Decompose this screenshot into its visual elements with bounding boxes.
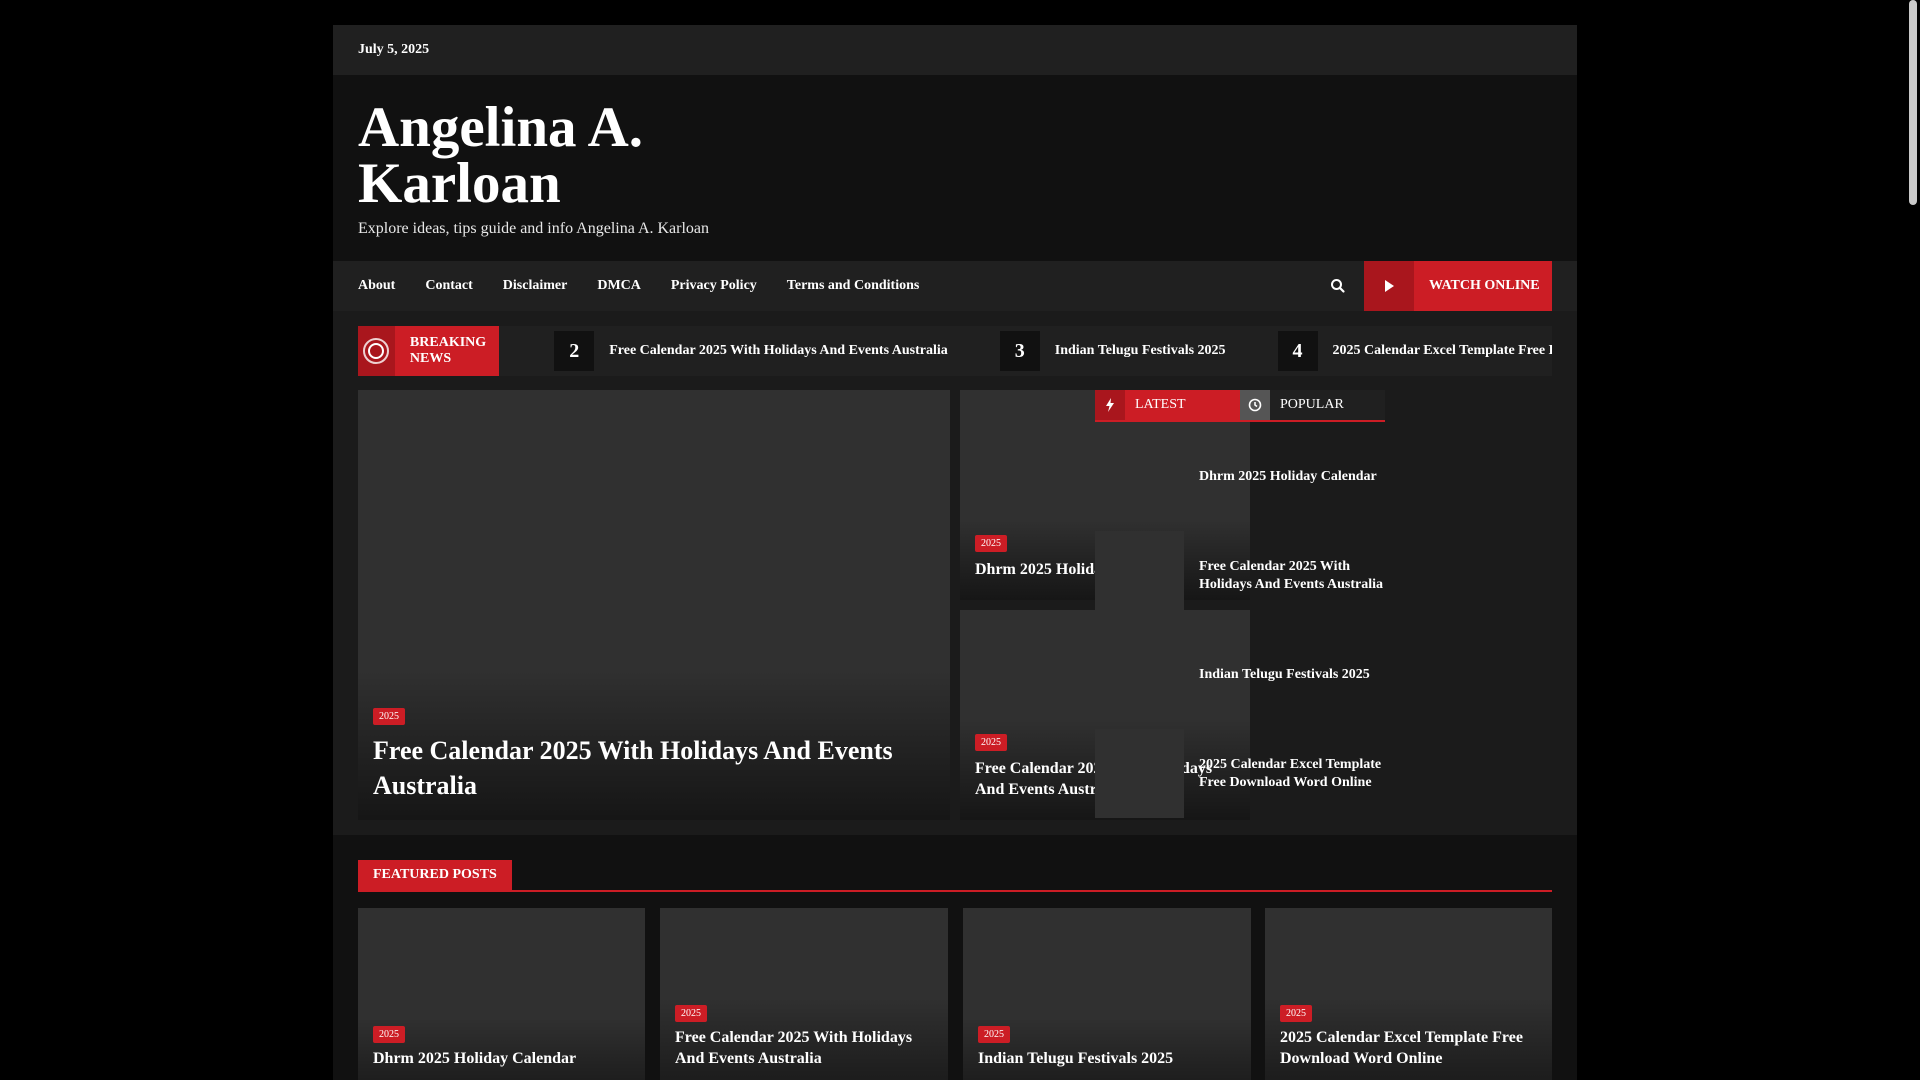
post-thumbnail[interactable] xyxy=(1095,630,1184,719)
ticker-item[interactable]: 3 Indian Telugu Festivals 2025 xyxy=(999,331,1226,371)
featured-post-title[interactable]: Free Calendar 2025 With Holidays And Eve… xyxy=(675,1027,933,1069)
site-title-line-2[interactable]: Karloan xyxy=(358,155,778,212)
ticker-item-number: 2 xyxy=(554,331,595,371)
featured-post-title[interactable]: 2025 Calendar Excel Template Free Downlo… xyxy=(1280,1027,1537,1069)
featured-post-title[interactable]: Indian Telugu Festivals 2025 xyxy=(978,1048,1236,1069)
featured-posts-heading: FEATURED POSTS xyxy=(358,860,1552,892)
site-title-line-1[interactable]: Angelina A. xyxy=(358,99,778,156)
ticker-items: 2 Free Calendar 2025 With Holidays And E… xyxy=(554,331,1552,371)
featured-post-card[interactable]: 2025 Dhrm 2025 Holiday Calendar xyxy=(358,908,645,1080)
tab-popular[interactable]: POPULAR xyxy=(1240,390,1385,420)
tab-bar: LATEST POPULAR xyxy=(1095,390,1385,422)
breaking-news-ticker: BREAKING NEWS 2 Free Calendar 2025 With … xyxy=(358,326,1552,376)
post-thumbnail[interactable] xyxy=(1095,531,1184,620)
nav-item-dmca[interactable]: DMCA xyxy=(597,278,641,294)
featured-posts-grid: 2025 Dhrm 2025 Holiday Calendar 2025 Fre… xyxy=(358,908,1552,1080)
category-badge[interactable]: 2025 xyxy=(373,708,405,725)
site-header: Angelina A. Karloan Explore ideas, tips … xyxy=(333,75,1577,261)
card-content: 2025 2025 Calendar Excel Template Free D… xyxy=(1280,1003,1537,1069)
card-content: 2025 Indian Telugu Festivals 2025 xyxy=(978,1024,1236,1069)
search-icon[interactable] xyxy=(1328,276,1348,296)
featured-post-title[interactable]: Dhrm 2025 Holiday Calendar xyxy=(373,1048,630,1069)
clock-icon xyxy=(1240,390,1270,420)
latest-popular-widget: LATEST POPULAR Dhrm 2025 Holiday Calenda… xyxy=(1095,390,1385,818)
list-item-title[interactable]: Indian Telugu Festivals 2025 xyxy=(1199,666,1370,684)
scrollbar-thumb[interactable] xyxy=(1909,0,1917,205)
tab-popular-label: POPULAR xyxy=(1280,397,1344,412)
list-item-title[interactable]: Dhrm 2025 Holiday Calendar xyxy=(1199,468,1377,486)
list-item[interactable]: Indian Telugu Festivals 2025 xyxy=(1095,630,1385,719)
category-badge[interactable]: 2025 xyxy=(978,1026,1010,1043)
list-item[interactable]: 2025 Calendar Excel Template Free Downlo… xyxy=(1095,729,1385,818)
category-badge[interactable]: 2025 xyxy=(975,734,1007,751)
breaking-news-label: BREAKING NEWS xyxy=(358,326,500,376)
tab-latest[interactable]: LATEST xyxy=(1095,390,1240,420)
current-date: July 5, 2025 xyxy=(358,42,430,57)
watch-online-button[interactable]: WATCH ONLINE xyxy=(1364,261,1552,311)
target-icon xyxy=(358,326,395,376)
ticker-item[interactable]: 4 2025 Calendar Excel Template Free Down… xyxy=(1277,331,1552,371)
hero-main-card[interactable]: 2025 Free Calendar 2025 With Holidays An… xyxy=(358,390,950,820)
list-item-title[interactable]: Free Calendar 2025 With Holidays And Eve… xyxy=(1199,558,1385,594)
tab-latest-label: LATEST xyxy=(1135,397,1186,412)
category-badge[interactable]: 2025 xyxy=(675,1005,707,1022)
card-content: 2025 Dhrm 2025 Holiday Calendar xyxy=(373,1024,630,1069)
card-content: 2025 Free Calendar 2025 With Holidays An… xyxy=(675,1003,933,1069)
ticker-item[interactable]: 2 Free Calendar 2025 With Holidays And E… xyxy=(554,331,948,371)
featured-posts-heading-label: FEATURED POSTS xyxy=(358,860,512,890)
nav-item-about[interactable]: About xyxy=(358,278,395,294)
post-thumbnail[interactable] xyxy=(1095,432,1184,521)
category-badge[interactable]: 2025 xyxy=(373,1026,405,1043)
list-item[interactable]: Free Calendar 2025 With Holidays And Eve… xyxy=(1095,531,1385,620)
ticker-item-number: 3 xyxy=(999,331,1040,371)
list-item[interactable]: Dhrm 2025 Holiday Calendar xyxy=(1095,432,1385,521)
page-scrollbar[interactable] xyxy=(1905,0,1920,1080)
featured-post-card[interactable]: 2025 Indian Telugu Festivals 2025 xyxy=(963,908,1251,1080)
hero-main-title[interactable]: Free Calendar 2025 With Holidays And Eve… xyxy=(373,733,935,803)
category-badge[interactable]: 2025 xyxy=(975,535,1007,552)
featured-post-card[interactable]: 2025 2025 Calendar Excel Template Free D… xyxy=(1265,908,1552,1080)
lightning-icon xyxy=(1095,390,1125,420)
hero-section: 2025 Free Calendar 2025 With Holidays An… xyxy=(358,390,1552,820)
list-item-title[interactable]: 2025 Calendar Excel Template Free Downlo… xyxy=(1199,756,1385,792)
site-title[interactable]: Angelina A. Karloan xyxy=(358,99,778,212)
ticker-item-title[interactable]: Indian Telugu Festivals 2025 xyxy=(1055,343,1226,359)
top-bar: July 5, 2025 xyxy=(333,25,1577,75)
ticker-item-number: 4 xyxy=(1277,331,1318,371)
post-thumbnail[interactable] xyxy=(1095,729,1184,818)
featured-posts-section: FEATURED POSTS 2025 Dhrm 2025 Holiday Ca… xyxy=(333,835,1577,1080)
breaking-news-text: BREAKING NEWS xyxy=(409,335,487,366)
watch-online-label: WATCH ONLINE xyxy=(1429,278,1540,293)
nav-item-terms[interactable]: Terms and Conditions xyxy=(787,278,920,294)
main-navigation: About Contact Disclaimer DMCA Privacy Po… xyxy=(333,261,1577,311)
site-tagline: Explore ideas, tips guide and info Angel… xyxy=(358,220,710,237)
nav-item-privacy-policy[interactable]: Privacy Policy xyxy=(671,278,757,294)
featured-post-card[interactable]: 2025 Free Calendar 2025 With Holidays An… xyxy=(660,908,948,1080)
category-badge[interactable]: 2025 xyxy=(1280,1005,1312,1022)
play-icon xyxy=(1364,261,1414,311)
nav-item-contact[interactable]: Contact xyxy=(425,278,472,294)
ticker-item-title[interactable]: 2025 Calendar Excel Template Free Downlo… xyxy=(1333,343,1552,359)
page: July 5, 2025 Angelina A. Karloan Explore… xyxy=(333,25,1577,1080)
card-content: 2025 Free Calendar 2025 With Holidays An… xyxy=(373,706,935,803)
ticker-item-title[interactable]: Free Calendar 2025 With Holidays And Eve… xyxy=(609,343,948,359)
nav-item-disclaimer[interactable]: Disclaimer xyxy=(503,278,568,294)
